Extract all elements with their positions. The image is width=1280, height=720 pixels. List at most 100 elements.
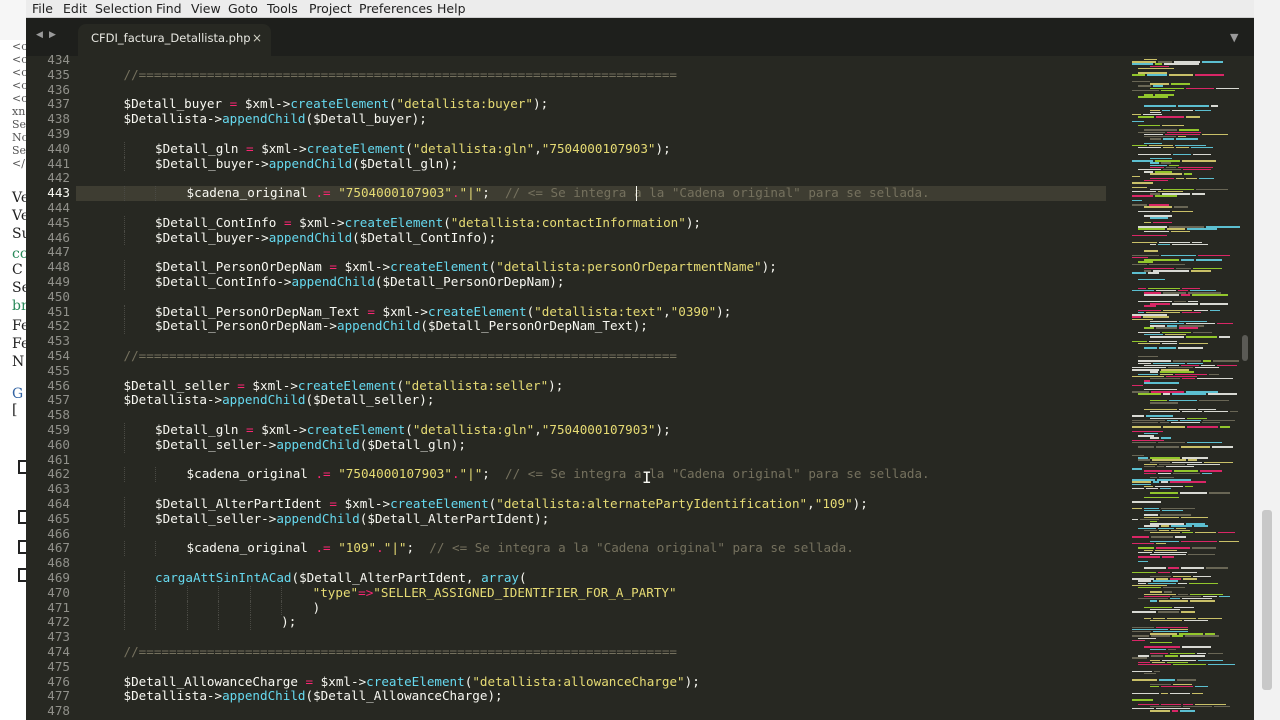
- code-line[interactable]: $Detall_buyer->appendChild($Detall_gln);: [155, 156, 458, 172]
- code-editor-area[interactable]: 434 435 //================================…: [26, 53, 1106, 720]
- code-token: (: [405, 140, 413, 156]
- tab-cfdi-factura-detallista[interactable]: CFDI_factura_Detallista.php ×: [78, 24, 271, 56]
- code-line[interactable]: $cadena_original .= "7504000107903"."|";…: [187, 185, 930, 201]
- minimap-code-stroke: [1155, 549, 1178, 551]
- minimap-code-stroke: [1191, 270, 1212, 272]
- code-line[interactable]: );: [281, 614, 296, 630]
- minimap-code-stroke: [1144, 593, 1177, 595]
- tab-forward-arrow-icon[interactable]: ▶: [49, 30, 56, 40]
- line-number: 459: [47, 422, 70, 437]
- minimap-code-stroke: [1138, 169, 1161, 171]
- code-line[interactable]: $Detall_AllowanceCharge = $xml->createEl…: [123, 673, 700, 690]
- indent-guide: [155, 615, 157, 631]
- minimap-code-stroke: [1172, 710, 1179, 712]
- minimap-code-stroke: [1157, 479, 1191, 481]
- minimap-code-stroke: [1132, 699, 1154, 701]
- minimap-code-stroke: [1157, 466, 1164, 468]
- line-number: 467: [47, 540, 70, 556]
- line-number: 471: [47, 599, 70, 615]
- line-number: 449: [47, 274, 70, 289]
- menu-file[interactable]: File: [32, 1, 53, 16]
- indent-guide: [123, 156, 125, 172]
- code-token: .=: [307, 540, 339, 556]
- code-line[interactable]: $Detall_gln = $xml->createElement("detal…: [155, 140, 671, 157]
- menu-find[interactable]: Find: [156, 1, 182, 16]
- code-line[interactable]: $Detall_gln = $xml->createElement("detal…: [155, 422, 671, 438]
- code-line[interactable]: "type"=>"SELLER_ASSIGNED_IDENTIFIER_FOR_…: [313, 585, 677, 601]
- line-number: 473: [47, 629, 70, 645]
- code-token: =: [321, 496, 345, 511]
- code-line[interactable]: $cadena_original .= "7504000107903"."|";…: [187, 466, 930, 482]
- code-line[interactable]: $cadena_original .= "109"."|"; // <= Se …: [187, 540, 854, 556]
- minimap-code-stroke: [1211, 105, 1219, 107]
- code-token: =: [238, 140, 262, 156]
- minimap-code-stroke: [1150, 437, 1160, 439]
- code-line[interactable]: //======================================…: [124, 644, 678, 660]
- minimap-code-stroke: [1160, 507, 1195, 510]
- minimap-code-stroke: [1165, 334, 1186, 336]
- minimap[interactable]: [1102, 53, 1242, 720]
- minimap-code-stroke: [1163, 147, 1174, 149]
- code-token: appendChild: [222, 392, 306, 408]
- code-line[interactable]: $Detall_AlterPartIdent = $xml->createEle…: [155, 496, 868, 512]
- minimap-code-stroke: [1150, 378, 1181, 380]
- tab-list-dropdown-icon[interactable]: ▼: [1230, 31, 1238, 44]
- code-line[interactable]: $Detall_ContInfo->appendChild($Detall_Pe…: [155, 274, 564, 290]
- minimap-code-stroke: [1195, 703, 1226, 705]
- minimap-code-stroke: [1178, 136, 1187, 138]
- menu-tools[interactable]: Tools: [267, 1, 298, 16]
- minimap-code-stroke: [1150, 65, 1169, 67]
- code-line[interactable]: $Detall_PersonOrDepNam = $xml->createEle…: [155, 259, 777, 275]
- minimap-code-stroke: [1196, 188, 1228, 191]
- code-token: .=: [307, 185, 339, 201]
- minimap-code-stroke: [1150, 164, 1167, 166]
- menu-help[interactable]: Help: [437, 1, 466, 16]
- minimap-code-stroke: [1174, 206, 1188, 208]
- code-line[interactable]: //======================================…: [124, 67, 678, 83]
- code-line[interactable]: $Detallista->appendChild($Detall_buyer);: [124, 111, 427, 127]
- minimap-code-stroke: [1172, 461, 1203, 463]
- menu-view[interactable]: View: [191, 1, 221, 16]
- code-token: createElement: [344, 214, 444, 230]
- minimap-code-stroke: [1160, 369, 1189, 371]
- menu-edit[interactable]: Edit: [63, 1, 87, 16]
- code-token: $Detall_AllowanceCharge: [123, 673, 298, 689]
- tab-back-arrow-icon[interactable]: ◀: [36, 30, 43, 40]
- code-line[interactable]: //======================================…: [124, 348, 678, 364]
- minimap-code-stroke: [1216, 364, 1238, 367]
- code-line[interactable]: $Detall_buyer = $xml->createElement("det…: [124, 96, 549, 112]
- minimap-code-stroke: [1144, 472, 1156, 474]
- code-line[interactable]: $Detallista->appendChild($Detall_seller)…: [124, 392, 435, 408]
- background-text-fragment: C: [12, 262, 23, 278]
- code-line[interactable]: ): [313, 600, 321, 616]
- minimap-code-stroke: [1159, 529, 1170, 532]
- code-token: .: [376, 540, 384, 556]
- minimap-code-stroke: [1132, 290, 1154, 292]
- minimap-code-stroke: [1162, 125, 1185, 127]
- minimap-code-stroke: [1194, 532, 1216, 534]
- menu-goto[interactable]: Goto: [228, 1, 258, 16]
- menu-project[interactable]: Project: [309, 1, 352, 16]
- menu-selection[interactable]: Selection: [95, 1, 153, 16]
- minimap-code-stroke: [1132, 679, 1157, 681]
- code-line[interactable]: $Detall_seller->appendChild($Detall_Alte…: [155, 511, 549, 527]
- minimap-code-stroke: [1138, 560, 1149, 562]
- code-line[interactable]: $Detall_seller->appendChild($Detall_gln)…: [155, 437, 466, 453]
- code-line[interactable]: $Detallista->appendChild($Detall_Allowan…: [124, 688, 503, 704]
- line-number: 472: [47, 614, 70, 630]
- minimap-code-stroke: [1163, 587, 1185, 589]
- code-line[interactable]: $Detall_PersonOrDepNam_Text = $xml->crea…: [155, 304, 731, 320]
- minimap-code-stroke: [1174, 470, 1198, 472]
- editor-scrollbar-thumb[interactable]: [1242, 335, 1248, 361]
- tab-close-icon[interactable]: ×: [252, 31, 262, 45]
- code-line[interactable]: $Detall_seller = $xml->createElement("de…: [124, 378, 564, 394]
- background-scrollbar[interactable]: [1262, 510, 1272, 690]
- minimap-code-stroke: [1132, 384, 1143, 386]
- menu-preferences[interactable]: Preferences: [359, 1, 433, 16]
- minimap-code-stroke: [1181, 457, 1208, 459]
- minimap-code-stroke: [1177, 582, 1187, 584]
- code-line[interactable]: $Detall_PersonOrDepNam->appendChild($Det…: [155, 318, 648, 334]
- code-line[interactable]: $Detall_ContInfo = $xml->createElement("…: [155, 214, 701, 231]
- code-line[interactable]: cargaAttSinIntACad($Detall_AlterPartIden…: [155, 570, 527, 586]
- code-line[interactable]: $Detall_buyer->appendChild($Detall_ContI…: [155, 230, 496, 246]
